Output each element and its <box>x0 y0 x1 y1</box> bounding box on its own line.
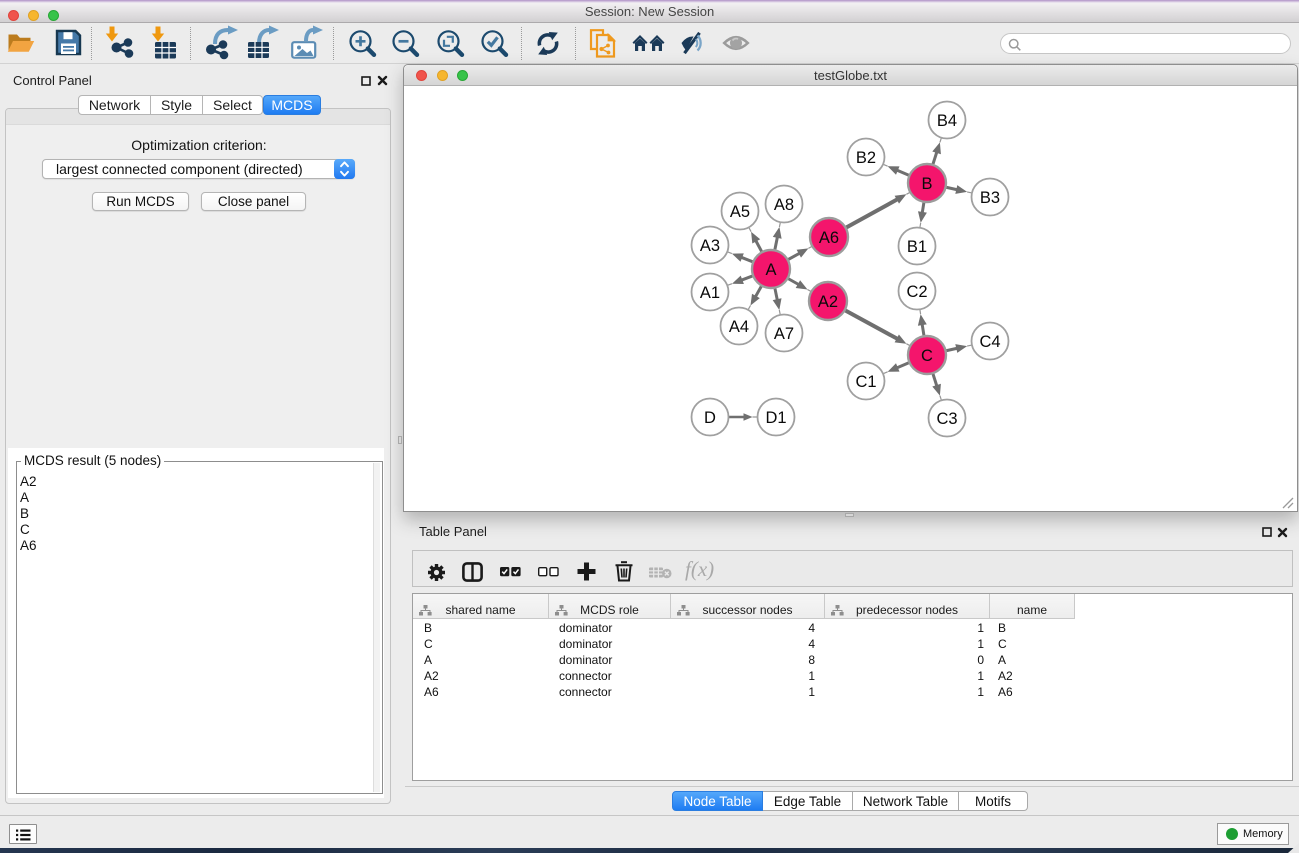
svg-text:A2: A2 <box>818 293 838 311</box>
svg-text:A7: A7 <box>774 325 794 343</box>
svg-text:A6: A6 <box>819 229 839 247</box>
svg-text:A5: A5 <box>730 203 750 221</box>
svg-text:A3: A3 <box>700 237 720 255</box>
svg-text:A8: A8 <box>774 196 794 214</box>
svg-text:D: D <box>704 409 716 427</box>
svg-text:C2: C2 <box>906 283 927 301</box>
svg-text:B3: B3 <box>980 189 1000 207</box>
svg-text:B1: B1 <box>907 238 927 256</box>
svg-text:B4: B4 <box>937 112 957 130</box>
svg-text:A1: A1 <box>700 284 720 302</box>
svg-text:C1: C1 <box>855 373 876 391</box>
svg-text:C3: C3 <box>936 410 957 428</box>
svg-text:A4: A4 <box>729 318 749 336</box>
svg-text:C: C <box>921 347 933 365</box>
svg-text:D1: D1 <box>765 409 786 427</box>
svg-text:B2: B2 <box>856 149 876 167</box>
svg-text:A: A <box>765 261 776 279</box>
svg-text:C4: C4 <box>979 333 1000 351</box>
svg-text:B: B <box>921 175 932 193</box>
